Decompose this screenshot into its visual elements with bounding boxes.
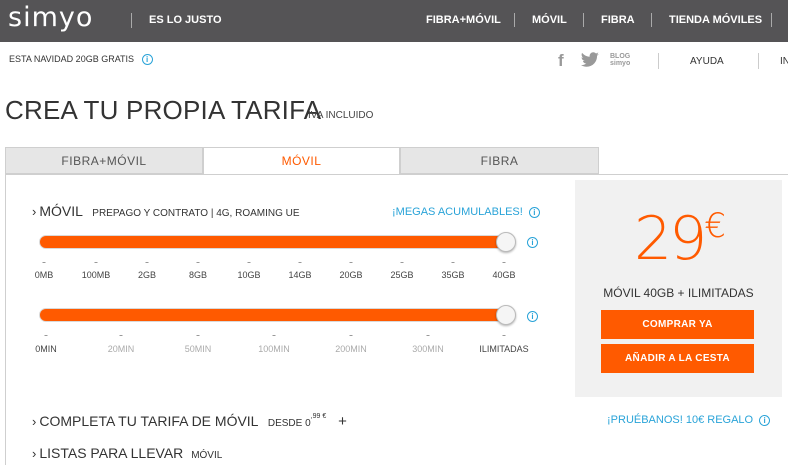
desde-cents: ,99 € — [310, 413, 327, 420]
megas-acumulables-link[interactable]: ¡MEGAS ACUMULABLES! i — [392, 206, 540, 218]
tick-mark — [349, 335, 353, 336]
promo-link[interactable]: ESTA NAVIDAD 20GB GRATIS i — [9, 54, 153, 66]
divider — [771, 13, 772, 27]
nav-tienda-moviles[interactable]: TIENDA MÓVILES — [669, 14, 762, 26]
tick-mark — [145, 262, 149, 263]
divider — [651, 13, 652, 27]
movil-section-title: › MÓVIL PREPAGO Y CONTRATO | 4G, ROAMING … — [32, 203, 300, 219]
tab-movil[interactable]: MÓVIL — [203, 147, 400, 175]
info-icon[interactable]: i — [759, 414, 771, 426]
promo-text: ESTA NAVIDAD 20GB GRATIS — [9, 54, 135, 64]
tick-mark — [426, 335, 430, 336]
data-tick[interactable]: 2GB — [138, 270, 156, 280]
minutes-slider[interactable] — [39, 308, 514, 322]
info-icon[interactable]: i — [527, 237, 538, 248]
complete-tariff-toggle[interactable]: › COMPLETA TU TARIFA DE MÓVIL DESDE 0,99 … — [32, 413, 347, 430]
twitter-icon[interactable] — [580, 52, 600, 68]
data-tick[interactable]: 40GB — [492, 270, 515, 280]
data-slider-handle[interactable] — [496, 232, 516, 252]
data-slider-fill — [40, 236, 513, 248]
minutes-tick[interactable]: ILIMITADAS — [479, 344, 528, 354]
tick-mark — [42, 262, 46, 263]
info-icon[interactable]: i — [527, 311, 538, 322]
data-tick[interactable]: 20GB — [339, 270, 362, 280]
price-currency: € — [704, 206, 726, 246]
tick-mark — [44, 335, 48, 336]
slogan: ES LO JUSTO — [149, 14, 222, 26]
blog-brand: simyo — [610, 60, 631, 67]
blog-label: BLOG — [610, 53, 631, 60]
trial-label: ¡PRUÉBANOS! 10€ REGALO — [607, 414, 754, 426]
chevron-right-icon: › — [32, 414, 37, 429]
iva-note: IVA INCLUIDO — [308, 110, 374, 121]
add-to-cart-button[interactable]: AÑADIR A LA CESTA — [601, 344, 754, 373]
chevron-right-icon: › — [32, 204, 37, 219]
page-title: CREA TU PROPIA TARIFA — [5, 95, 322, 125]
data-tick[interactable]: 10GB — [237, 270, 260, 280]
minutes-tick[interactable]: 300MIN — [412, 344, 444, 354]
megas-label: ¡MEGAS ACUMULABLES! — [392, 206, 523, 218]
tick-mark — [298, 262, 302, 263]
complete-title: COMPLETA TU TARIFA DE MÓVIL — [39, 413, 258, 429]
nav-fibra[interactable]: FIBRA — [601, 14, 635, 26]
movil-subtitle: PREPAGO Y CONTRATO | 4G, ROAMING UE — [92, 208, 300, 219]
plan-summary: MÓVIL 40GB + ILIMITADAS — [603, 286, 754, 300]
tick-mark — [502, 262, 506, 263]
data-tick[interactable]: 14GB — [288, 270, 311, 280]
tick-mark — [196, 335, 200, 336]
divider — [583, 13, 584, 27]
trial-gift-link[interactable]: ¡PRUÉBANOS! 10€ REGALO i — [607, 414, 771, 426]
divider — [758, 53, 759, 69]
data-tick[interactable]: 0MB — [35, 270, 54, 280]
info-icon[interactable]: i — [141, 54, 153, 66]
data-tick[interactable]: 25GB — [390, 270, 413, 280]
divider — [658, 53, 659, 69]
plus-icon[interactable]: + — [338, 413, 347, 430]
tick-mark — [502, 335, 506, 336]
login-link[interactable]: IN — [780, 56, 788, 67]
top-navigation-bar: simyo ES LO JUSTO FIBRA+MÓVIL MÓVIL FIBR… — [0, 0, 788, 42]
tick-mark — [196, 262, 200, 263]
data-tick[interactable]: 8GB — [189, 270, 207, 280]
data-slider[interactable] — [39, 235, 514, 249]
desde-price: DESDE 0 — [267, 418, 311, 429]
tick-mark — [247, 262, 251, 263]
tick-mark — [119, 335, 123, 336]
facebook-icon[interactable]: f — [558, 51, 564, 71]
minutes-tick[interactable]: 200MIN — [335, 344, 367, 354]
blog-icon[interactable]: BLOG simyo — [610, 53, 630, 67]
minutes-slider-handle[interactable] — [496, 305, 516, 325]
tick-mark — [451, 262, 455, 263]
lists-sub: MÓVIL — [191, 450, 223, 461]
tick-mark — [272, 335, 276, 336]
ready-lists-toggle[interactable]: › LISTAS PARA LLEVAR MÓVIL — [32, 445, 222, 461]
data-tick[interactable]: 100MB — [82, 270, 111, 280]
minutes-slider-fill — [40, 309, 513, 321]
chevron-right-icon: › — [32, 446, 37, 461]
tick-mark — [400, 262, 404, 263]
minutes-tick[interactable]: 0MIN — [35, 344, 57, 354]
tab-fibra[interactable]: FIBRA — [400, 147, 599, 174]
sub-header: ESTA NAVIDAD 20GB GRATIS i f BLOG simyo … — [0, 42, 788, 80]
tick-mark — [94, 262, 98, 263]
info-icon[interactable]: i — [528, 206, 540, 218]
price-amount: 29 — [634, 204, 707, 274]
tab-fibra-movil[interactable]: FIBRA+MÓVIL — [5, 147, 203, 174]
simyo-logo[interactable]: simyo — [8, 2, 93, 33]
nav-fibra-movil[interactable]: FIBRA+MÓVIL — [426, 14, 501, 26]
divider — [131, 13, 132, 28]
minutes-tick[interactable]: 50MIN — [185, 344, 212, 354]
help-link[interactable]: AYUDA — [690, 56, 724, 67]
price-summary-box: 29€ MÓVIL 40GB + ILIMITADAS COMPRAR YA A… — [575, 180, 782, 397]
price-display: 29€ — [575, 204, 782, 274]
buy-now-button[interactable]: COMPRAR YA — [601, 310, 754, 339]
minutes-tick[interactable]: 100MIN — [258, 344, 290, 354]
lists-title: LISTAS PARA LLEVAR — [39, 445, 184, 461]
movil-title: MÓVIL — [39, 203, 83, 219]
tick-mark — [349, 262, 353, 263]
minutes-tick[interactable]: 20MIN — [108, 344, 135, 354]
data-tick[interactable]: 35GB — [441, 270, 464, 280]
divider — [514, 13, 515, 27]
nav-movil[interactable]: MÓVIL — [532, 14, 567, 26]
